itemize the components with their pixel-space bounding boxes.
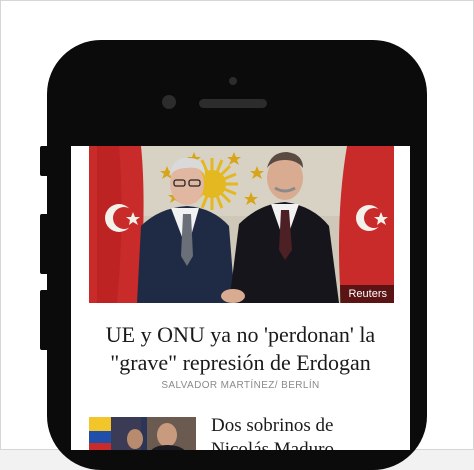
image-credit: Reuters	[340, 285, 394, 303]
speaker-grille	[199, 99, 267, 108]
camera-icon	[162, 95, 176, 109]
article-headline[interactable]: UE y ONU ya no 'perdonan' la "grave" rep…	[79, 321, 402, 377]
related-article-title[interactable]: Dos sobrinos de Nicolás Maduro	[211, 414, 401, 450]
related-title-line-2: Nicolás Maduro	[211, 439, 334, 450]
article-hero-image[interactable]: Reuters	[89, 146, 394, 303]
hero-photo-illustration	[89, 146, 394, 303]
article-byline: SALVADOR MARTÍNEZ/ BERLÍN	[161, 380, 320, 391]
sensor-icon	[229, 77, 237, 85]
related-article-thumbnail[interactable]	[89, 417, 196, 450]
headline-line-1: UE y ONU ya no 'perdonan' la	[105, 322, 376, 347]
thumbnail-illustration	[89, 417, 196, 450]
phone-screen: Reuters UE y ONU ya no 'perdonan' la "gr…	[71, 146, 410, 450]
related-title-line-1: Dos sobrinos de	[211, 415, 334, 436]
headline-line-2: "grave" represión de Erdogan	[110, 350, 371, 375]
